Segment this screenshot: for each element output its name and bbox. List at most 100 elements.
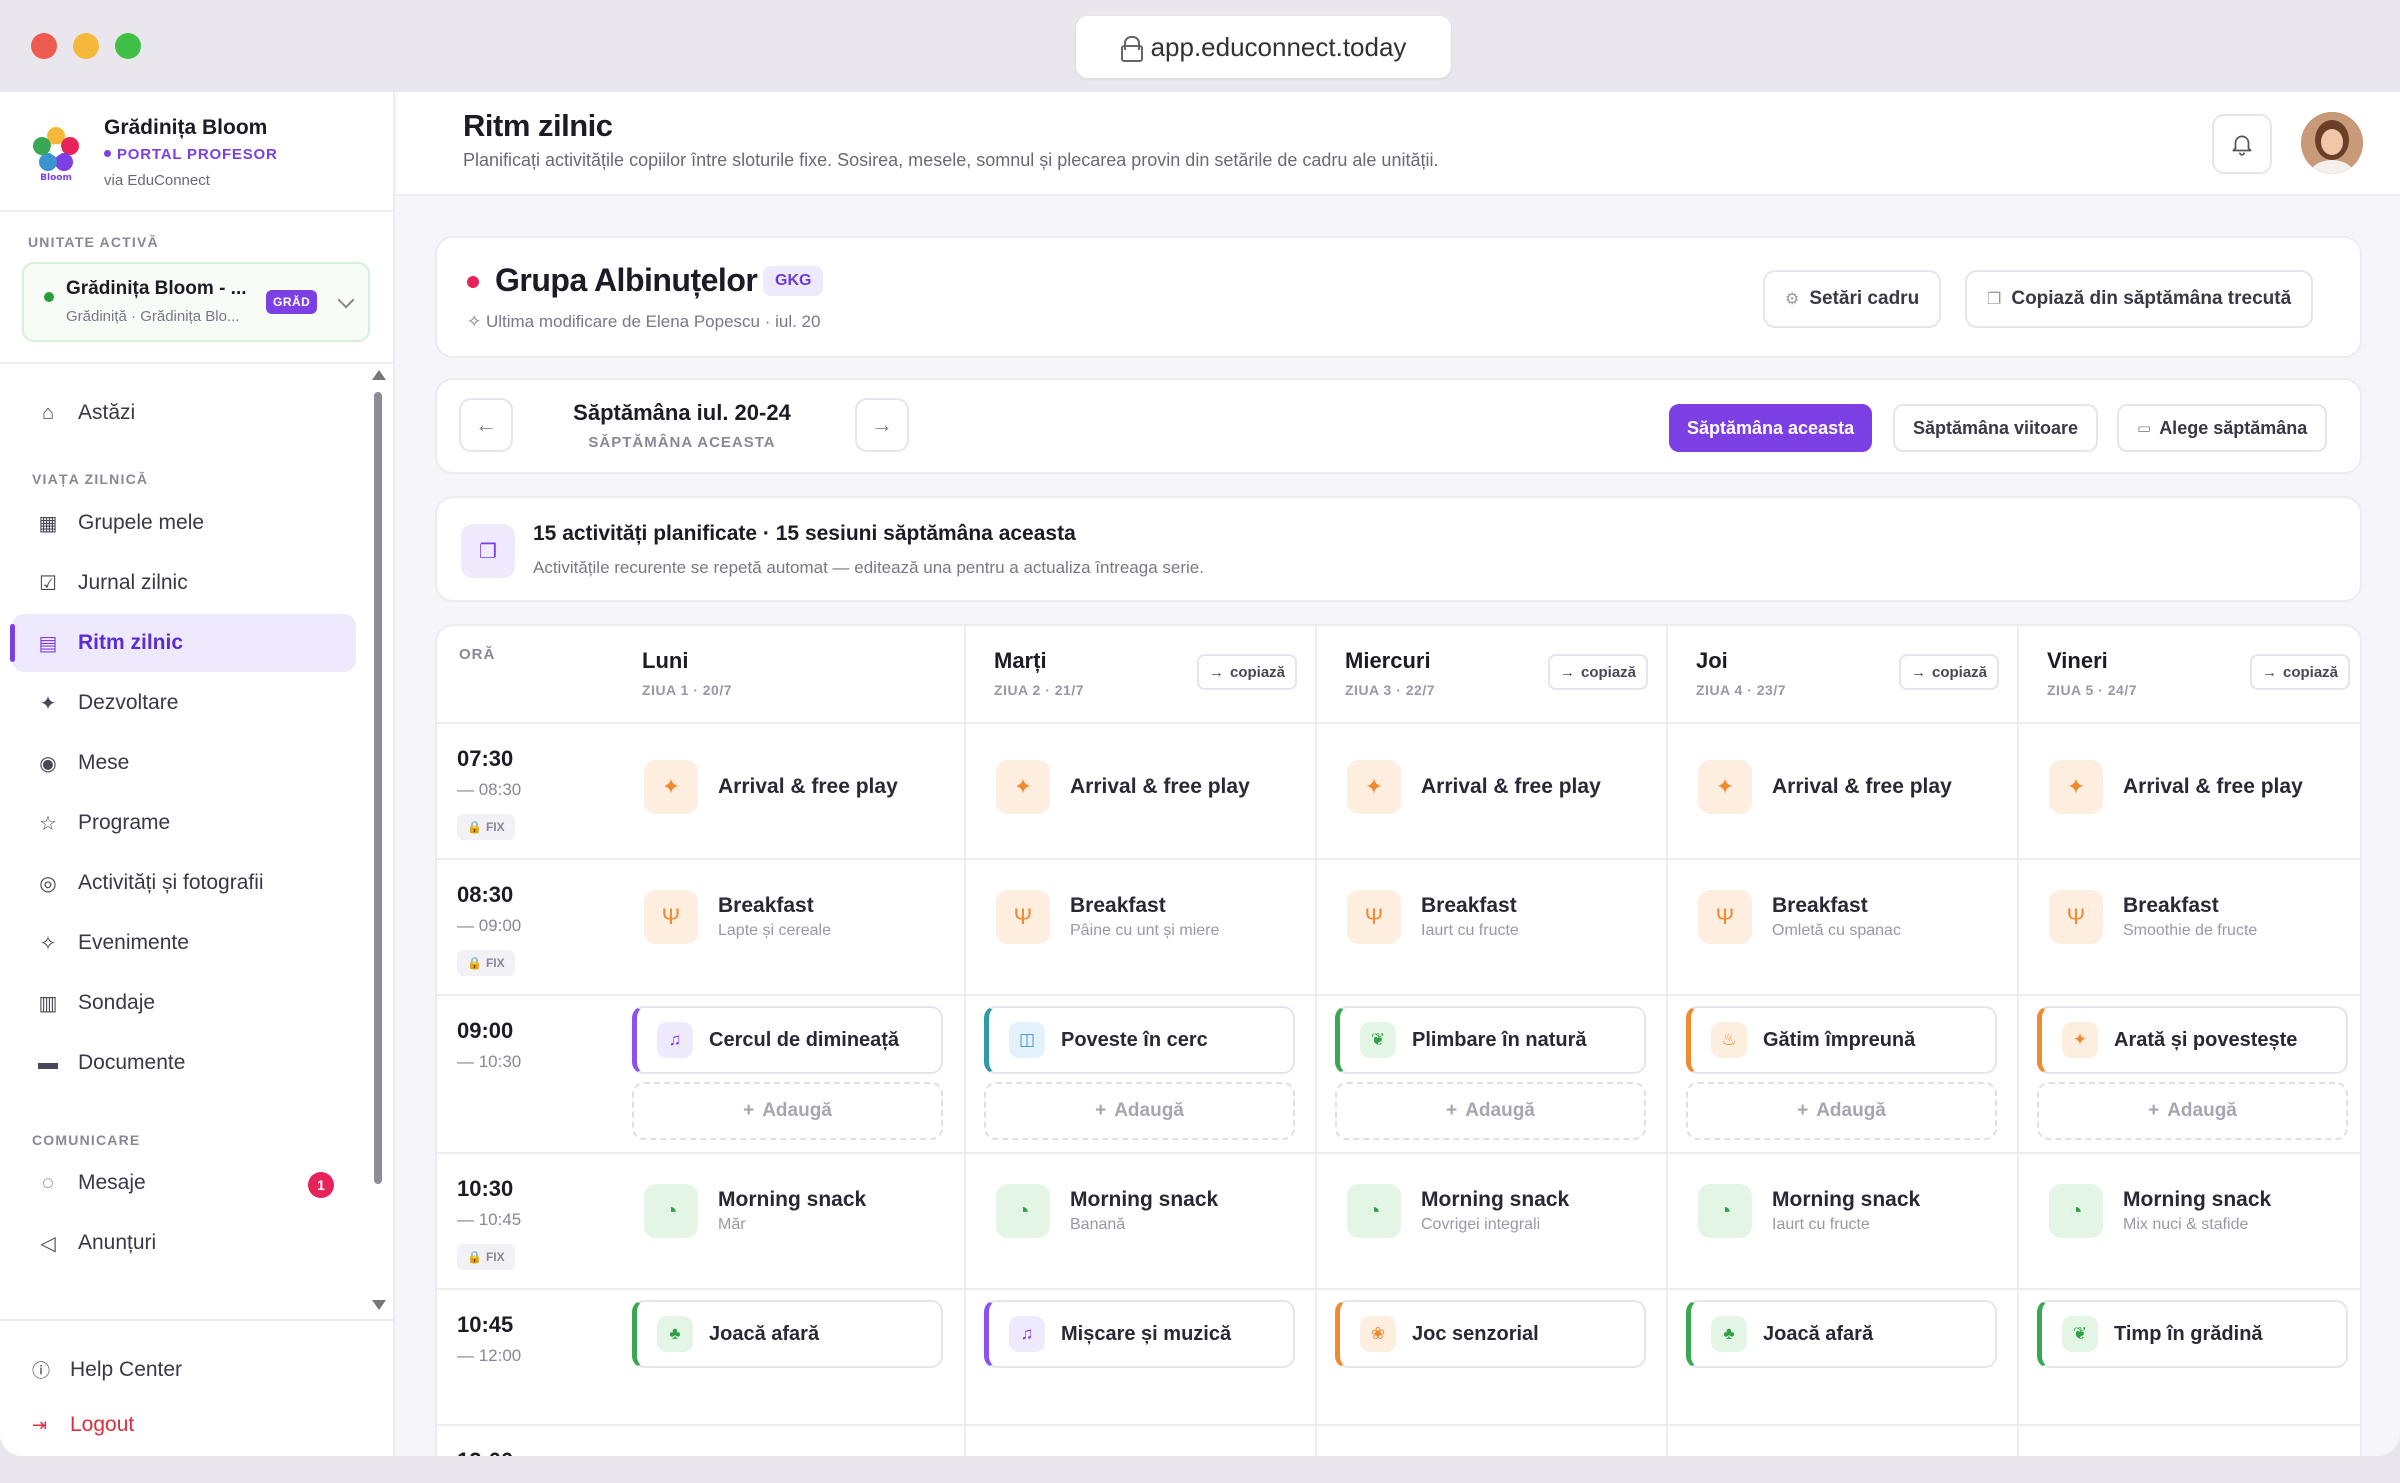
avatar[interactable] [2301, 112, 2363, 174]
fixed-activity: Ψ Breakfast Pâine cu unt și miere [996, 890, 1297, 944]
activity-slot[interactable]: ❦ Plimbare în natură [1335, 1006, 1646, 1074]
slot-title: Plimbare în natură [1412, 1028, 1587, 1051]
copy-label: copiază [1230, 663, 1286, 681]
sidebar-item-groups[interactable]: ▦ Grupele mele [12, 494, 356, 552]
activity-title: Arrival & free play [1421, 775, 1601, 798]
fixed-activity: ◔ Morning snack Banană [996, 1184, 1297, 1238]
utensils-icon: Ψ [2049, 890, 2103, 944]
logout-link[interactable]: ⇥ Logout [32, 1413, 134, 1437]
activity-slot[interactable]: ✦ Arată și povestește [2037, 1006, 2348, 1074]
activity-title: Arrival & free play [718, 775, 898, 798]
sidebar-item-documents[interactable]: ▬ Documente [12, 1034, 356, 1092]
day-name: Miercuri [1345, 648, 1431, 673]
activity-title: Morning snack [1070, 1188, 1219, 1211]
add-activity-button[interactable]: + Adaugă [632, 1082, 943, 1140]
slot-title: Poveste în cerc [1061, 1028, 1208, 1051]
activity-slot[interactable]: ♣ Joacă afară [632, 1300, 943, 1368]
day-name: Vineri [2047, 648, 2108, 673]
plus-icon: + [2148, 1100, 2160, 1121]
copy-day-button[interactable]: → copiază [1197, 654, 1298, 690]
add-activity-button[interactable]: + Adaugă [1335, 1082, 1646, 1140]
sidebar-item-events[interactable]: ✧ Evenimente [12, 914, 356, 972]
activity-sub: Mix nuci & stafide [2123, 1216, 2249, 1233]
arrow-right-icon: → [2262, 663, 2277, 681]
arrow-right-icon: → [1911, 663, 1926, 681]
arrow-right-icon: → [1560, 663, 1575, 681]
brand-header: Bloom Grădinița Bloom PORTAL PROFESOR vi… [0, 92, 393, 212]
sidebar: Bloom Grădinița Bloom PORTAL PROFESOR vi… [0, 92, 395, 1456]
scroll-down-arrow[interactable] [372, 1300, 386, 1310]
activity-slot[interactable]: ♣ Joacă afară [1686, 1300, 1997, 1368]
fixed-badge: 🔒 FIX [457, 1244, 515, 1270]
unit-selector[interactable]: Grădinița Bloom - ... Grădiniță · Grădin… [22, 262, 370, 342]
scroll-up-arrow[interactable] [372, 370, 386, 380]
close-window-button[interactable] [31, 33, 57, 59]
sidebar-item-messages[interactable]: ◌ Mesaje 1 [12, 1154, 356, 1212]
sidebar-item-journal[interactable]: ☑ Jurnal zilnic [12, 554, 356, 612]
arrow-right-icon: → [871, 412, 893, 437]
this-week-button[interactable]: Săptămâna aceasta [1669, 404, 1873, 452]
hour-column-header: ORĂ [459, 646, 496, 663]
time-end: — 10:30 [457, 1052, 522, 1071]
leaf-icon: ❦ [1360, 1022, 1396, 1058]
pick-week-button[interactable]: ▭ Alege săptămâna [2117, 404, 2328, 452]
add-activity-button[interactable]: + Adaugă [1686, 1082, 1997, 1140]
row-divider [437, 1288, 2360, 1290]
minimize-window-button[interactable] [73, 33, 99, 59]
add-activity-button[interactable]: + Adaugă [984, 1082, 1295, 1140]
fixed-activity: ✦ Arrival & free play [644, 760, 945, 814]
sidebar-item-activities[interactable]: ◎ Activități și fotografii [12, 854, 356, 912]
fixed-activity: ◔ Morning snack Iaurt cu fructe [1698, 1184, 1999, 1238]
activity-slot[interactable]: ♨ Gătim împreună [1686, 1006, 1997, 1074]
next-week-tab[interactable]: Săptămâna viitoare [1893, 404, 2099, 452]
page-title: Ritm zilnic [463, 108, 613, 143]
sun-icon: ✦ [996, 760, 1050, 814]
tree-icon: ♣ [657, 1316, 693, 1352]
camera-icon: ◎ [39, 872, 57, 895]
activity-slot[interactable]: ♫ Cercul de dimineață [632, 1006, 943, 1074]
logout-icon: ⇥ [32, 1414, 48, 1435]
sidebar-item-development[interactable]: ✦ Dezvoltare [12, 674, 356, 732]
sparkle-icon: ✦ [2062, 1022, 2098, 1058]
notifications-button[interactable] [2212, 114, 2272, 174]
copy-day-button[interactable]: → copiază [1899, 654, 2000, 690]
copy-day-button[interactable]: → copiază [2250, 654, 2351, 690]
sparkle-icon: ✦ [39, 692, 57, 715]
copy-last-week-button[interactable]: ❐ Copiază din săptămâna trecută [1965, 270, 2314, 328]
help-icon: ⓘ [32, 1361, 50, 1381]
frame-settings-button[interactable]: ⚙ Setări cadru [1763, 270, 1942, 328]
group-code-badge: GKG [763, 266, 824, 296]
activity-slot[interactable]: ❀ Joc senzorial [1335, 1300, 1646, 1368]
sidebar-item-today[interactable]: ⌂ Astăzi [12, 384, 356, 442]
folder-icon: ▬ [38, 1051, 58, 1074]
activity-title: Morning snack [718, 1188, 867, 1211]
sidebar-scrollbar[interactable] [374, 392, 382, 1184]
activity-slot[interactable]: ◫ Poveste în cerc [984, 1006, 1295, 1074]
activity-slot[interactable]: ❦ Timp în grădină [2037, 1300, 2348, 1368]
maximize-window-button[interactable] [115, 33, 141, 59]
sidebar-item-surveys[interactable]: ▥ Sondaje [12, 974, 356, 1032]
grid-icon: ▦ [38, 512, 58, 535]
activity-title: Breakfast [2123, 894, 2219, 917]
prev-week-button[interactable]: ← [459, 398, 513, 452]
day-sub: ZIUA 1 · 20/7 [642, 682, 733, 698]
sidebar-item-announcements[interactable]: ◁ Anunțuri [12, 1214, 356, 1272]
next-week-button[interactable]: → [855, 398, 909, 452]
fixed-activity: Ψ Breakfast Omletă cu spanac [1698, 890, 1999, 944]
add-activity-button[interactable]: + Adaugă [2037, 1082, 2348, 1140]
sidebar-item-rhythm[interactable]: ▤ Ritm zilnic [10, 614, 356, 672]
copy-day-button[interactable]: → copiază [1548, 654, 1649, 690]
help-center-link[interactable]: ⓘ Help Center [32, 1357, 182, 1383]
activity-slot[interactable]: ♫ Mișcare și muzică [984, 1300, 1295, 1368]
address-bar[interactable]: app.educonnect.today [1076, 16, 1451, 78]
sparkle-icon: ✧ [39, 932, 57, 955]
sidebar-item-meals[interactable]: ◉ Mese [12, 734, 356, 792]
user-avatar-icon [2301, 112, 2363, 174]
tree-icon: ♣ [1711, 1316, 1747, 1352]
time-start: 10:30 [457, 1176, 514, 1201]
calendar-icon: ▭ [2137, 420, 2152, 437]
activity-title: Breakfast [718, 894, 814, 917]
time-start: 08:30 [457, 882, 514, 907]
sidebar-item-programs[interactable]: ☆ Programe [12, 794, 356, 852]
activity-sub: Iaurt cu fructe [1421, 922, 1519, 939]
